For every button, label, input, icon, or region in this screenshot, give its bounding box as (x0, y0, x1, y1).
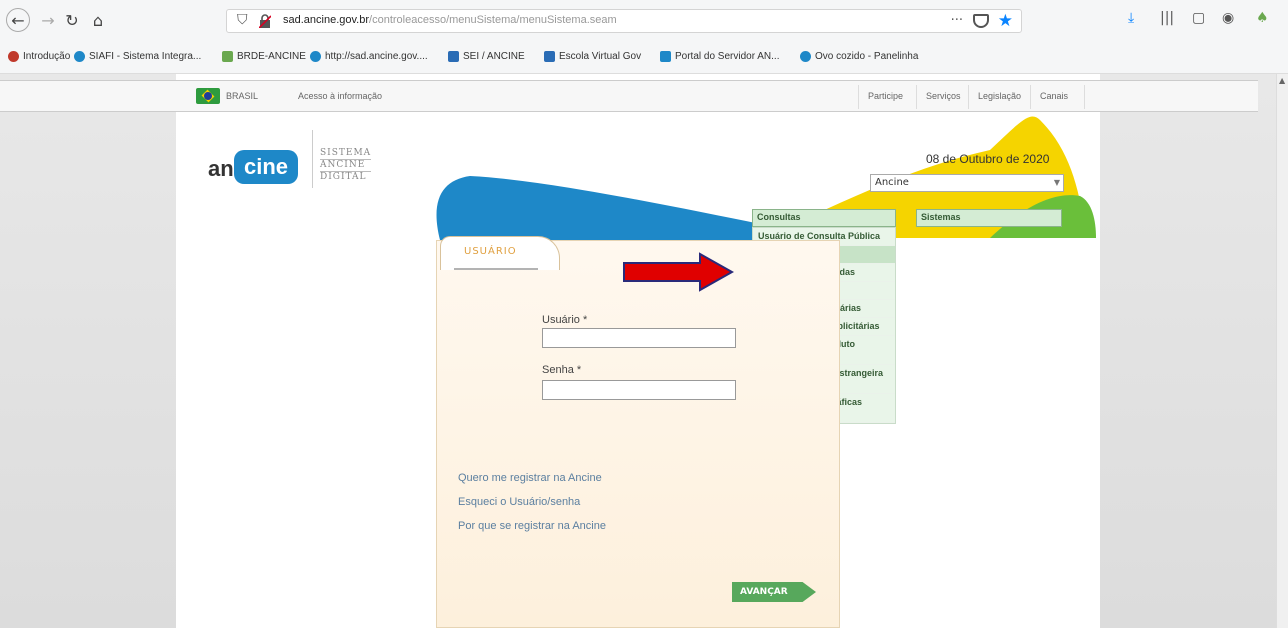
password-label: Senha * (542, 364, 582, 376)
browser-toolbar: ← → ↻ ⌂ ⛉ sad.ancine.gov.br/controleaces… (0, 0, 1288, 40)
avancar-button[interactable]: AVANÇAR (732, 582, 816, 602)
gov-divider (968, 85, 969, 109)
home-icon[interactable]: ⌂ (86, 8, 110, 32)
bookmark-item[interactable]: Escola Virtual Gov (544, 51, 641, 62)
gov-participe-link[interactable]: Participe (868, 91, 903, 101)
menu-sistemas[interactable]: Sistemas (916, 209, 1062, 227)
sidebar-icon[interactable]: ▢ (1192, 10, 1205, 26)
current-date: 08 de Outubro de 2020 (926, 152, 1050, 166)
bookmark-item[interactable]: Ovo cozido - Panelinha (800, 51, 918, 62)
red-arrow-icon (623, 252, 734, 292)
organization-select[interactable]: Ancine ▼ (870, 174, 1064, 192)
chevron-down-icon: ▼ (1053, 178, 1060, 187)
menu-consultas[interactable]: Consultas (752, 209, 896, 227)
bookmark-favicon-icon (800, 51, 811, 62)
gov-brasil-link[interactable]: BRASIL (226, 91, 258, 101)
register-link[interactable]: Quero me registrar na Ancine (458, 472, 602, 484)
bookmark-favicon-icon (660, 51, 671, 62)
pocket-icon[interactable] (973, 14, 989, 28)
page-margin-right (1100, 74, 1276, 628)
tab-usuario-label: USUÁRIO (464, 246, 517, 257)
password-field[interactable] (542, 380, 736, 400)
bookmark-item[interactable]: Portal do Servidor AN... (660, 51, 780, 62)
sistema-line: ANCINE (320, 159, 372, 172)
ancine-logo-text: an (208, 156, 234, 181)
insecure-lock-icon[interactable] (259, 14, 271, 28)
url-text: sad.ancine.gov.br/controleacesso/menuSis… (283, 14, 617, 26)
account-icon[interactable]: ◉ (1222, 10, 1234, 26)
bookmark-favicon-icon (310, 51, 321, 62)
sistema-line: SISTEMA (320, 148, 372, 158)
gov-legislacao-link[interactable]: Legislação (978, 91, 1021, 101)
blue-wave-shape (436, 176, 790, 240)
sistema-ancine-digital: SISTEMA ANCINE DIGITAL (320, 148, 372, 183)
login-panel (436, 240, 840, 628)
extension-icon[interactable]: ♠ (1256, 10, 1269, 26)
bookmark-item[interactable]: Introdução (8, 51, 70, 62)
select-value: Ancine (875, 177, 909, 188)
reload-icon[interactable]: ↻ (60, 8, 84, 32)
bookmark-item[interactable]: http://sad.ancine.gov.... (310, 51, 428, 62)
page-content: ▲ BRASIL Acesso à informação Participe S… (0, 74, 1288, 628)
downloads-icon[interactable]: ⤓ (1128, 10, 1134, 26)
why-register-link[interactable]: Por que se registrar na Ancine (458, 520, 606, 532)
gov-divider (916, 85, 917, 109)
bookmark-item[interactable]: BRDE-ANCINE (222, 51, 306, 62)
gov-divider (858, 85, 859, 109)
page-actions-icon[interactable]: ··· (951, 13, 963, 28)
username-field[interactable] (542, 328, 736, 348)
brazil-flag-icon[interactable] (196, 88, 220, 104)
gov-bar: BRASIL Acesso à informação Participe Ser… (0, 80, 1258, 112)
bookmark-item[interactable]: SIAFI - Sistema Integra... (74, 51, 201, 62)
url-bar[interactable]: ⛉ sad.ancine.gov.br/controleacesso/menuS… (226, 9, 1022, 33)
bookmark-item[interactable]: SEI / ANCINE (448, 51, 525, 62)
page-margin-left (0, 74, 176, 628)
back-icon[interactable]: ← (6, 8, 30, 32)
bookmark-favicon-icon (448, 51, 459, 62)
forgot-password-link[interactable]: Esqueci o Usuário/senha (458, 496, 580, 508)
gov-servicos-link[interactable]: Serviços (926, 91, 961, 101)
ancine-logo-badge: cine (234, 150, 298, 184)
tracking-shield-icon[interactable]: ⛉ (237, 12, 248, 28)
bookmark-favicon-icon (8, 51, 19, 62)
logo-divider (312, 130, 313, 188)
bookmark-favicon-icon (222, 51, 233, 62)
bookmark-favicon-icon (544, 51, 555, 62)
gov-canais-link[interactable]: Canais (1040, 91, 1068, 101)
gov-divider (1084, 85, 1085, 109)
bookmarks-bar: Introdução SIAFI - Sistema Integra... BR… (0, 40, 1288, 74)
bookmark-star-icon[interactable]: ★ (998, 11, 1013, 31)
username-label: Usuário * (542, 314, 588, 326)
scroll-up-icon[interactable]: ▲ (1279, 76, 1285, 85)
library-icon[interactable]: ||| (1160, 10, 1174, 26)
forward-icon[interactable]: → (36, 8, 60, 32)
bookmark-favicon-icon (74, 51, 85, 62)
scrollbar[interactable]: ▲ (1276, 74, 1288, 628)
gov-divider (1030, 85, 1031, 109)
gov-acesso-link[interactable]: Acesso à informação (298, 91, 382, 101)
tab-underline (454, 268, 538, 270)
sistema-line: DIGITAL (320, 172, 367, 182)
